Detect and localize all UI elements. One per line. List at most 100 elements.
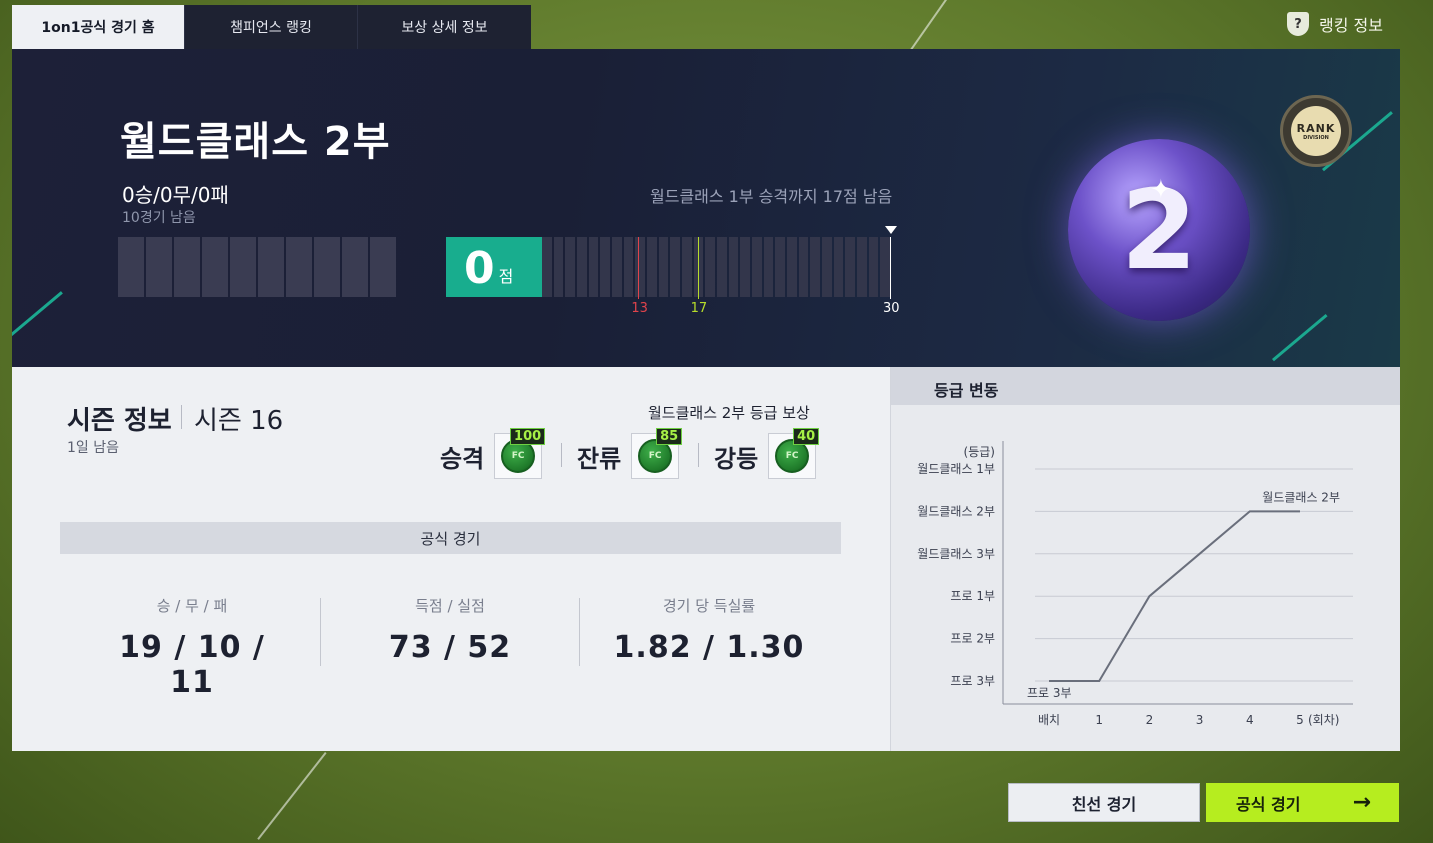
rank-badge-inner: RANK DIVISION — [1291, 106, 1341, 156]
points-marker-label: 17 — [690, 301, 708, 316]
point-label: 월드클래스 2부 — [1262, 490, 1340, 504]
y-tick-label: 프로 3부 — [950, 674, 995, 688]
stat-goal-rate: 경기 당 득실률 1.82 / 1.30 — [609, 595, 809, 665]
tab-home[interactable]: 1on1공식 경기 홈 — [12, 5, 185, 49]
points-marker — [697, 237, 699, 299]
track-segment — [845, 237, 856, 297]
game-slot — [202, 237, 228, 297]
track-segment — [740, 237, 751, 297]
division-orb: ✦ 2 — [1068, 139, 1250, 321]
y-tick-label: 프로 1부 — [950, 589, 995, 603]
season-remaining: 1일 남음 — [67, 440, 119, 456]
x-tick-label: 5 — [1296, 713, 1304, 727]
official-match-label: 공식 경기 — [1236, 794, 1301, 814]
divider — [181, 405, 182, 429]
track-segment — [810, 237, 821, 297]
friendly-match-button[interactable]: 친선 경기 — [1008, 783, 1200, 822]
reward-label: 승격 — [440, 444, 485, 473]
division-hero: 월드클래스 2부 0승/0무/0패 10경기 남음 월드클래스 1부 승격까지 … — [12, 49, 1400, 367]
reward-stay[interactable]: 잔류 FC 85 — [577, 428, 683, 479]
shield-question-icon: ? — [1287, 12, 1310, 36]
track-segment — [588, 237, 599, 297]
reward-label: 강등 — [714, 444, 759, 473]
reward-title: 월드클래스 2부 등급 보상 — [648, 404, 810, 422]
top-tabs: 1on1공식 경기 홈 챔피언스 랭킹 보상 상세 정보 — [12, 5, 531, 49]
track-segment — [728, 237, 739, 297]
divider — [320, 598, 321, 666]
division-title: 월드클래스 2부 — [120, 119, 391, 165]
x-tick-label: 배치 — [1038, 713, 1060, 727]
reward-relegation[interactable]: 강등 FC 40 — [714, 428, 820, 479]
divider — [579, 598, 580, 666]
promotion-text: 월드클래스 1부 승격까지 17점 남음 — [650, 187, 893, 206]
track-segment — [612, 237, 622, 297]
divider — [698, 443, 699, 467]
ranking-info-label: 랭킹 정보 — [1319, 16, 1383, 35]
tab-champions-ranking[interactable]: 챔피언스 랭킹 — [185, 5, 358, 49]
track-segment — [833, 237, 844, 297]
arrow-right-icon: → — [1352, 790, 1371, 815]
track-segment — [775, 237, 786, 297]
grade-change-chart: (등급) 월드클래스 1부월드클래스 2부월드클래스 3부프로 1부프로 2부프로… — [917, 441, 1353, 727]
reward-coin-box: FC 40 — [768, 428, 820, 479]
points-box: 0 점 — [446, 237, 542, 297]
game-slot — [286, 237, 312, 297]
reward-promotion[interactable]: 승격 FC 100 — [440, 428, 546, 479]
track-segment — [763, 237, 774, 297]
reward-coin-box: FC 85 — [631, 428, 683, 479]
y-tick-label: 프로 2부 — [950, 632, 995, 646]
track-segment — [565, 237, 576, 297]
reward-count: 40 — [793, 428, 820, 445]
y-axis-caption: (등급) — [964, 445, 995, 459]
track-segment — [822, 237, 832, 297]
x-tick-label: 1 — [1095, 713, 1103, 727]
track-segment — [600, 237, 611, 297]
grade-change-panel: 등급 변동 (등급) 월드클래스 1부 월드클래스 2부 월드클래스 3부 프로 1부 프… — [890, 367, 1400, 751]
stat-goals: 득점 / 실점 73 / 52 — [350, 595, 550, 665]
stat-header: 경기 당 득실률 — [662, 597, 756, 615]
y-tick-label: 월드클래스 3부 — [917, 547, 995, 561]
points-track — [542, 237, 891, 297]
track-segment — [658, 237, 669, 297]
rank-badge-text: RANK — [1296, 121, 1336, 135]
track-segment — [717, 237, 727, 297]
points-value: 0 — [464, 243, 495, 294]
season-number: 시즌 16 — [194, 406, 284, 436]
decor-stripe — [12, 291, 63, 352]
track-segment — [542, 237, 552, 297]
decor-stripe — [1272, 314, 1328, 362]
points-marker-label: 30 — [883, 301, 900, 316]
grade-change-title: 등급 변동 — [891, 367, 1400, 405]
game-slot — [118, 237, 144, 297]
game-slots — [118, 237, 396, 297]
ranking-info-link[interactable]: ? 랭킹 정보 — [1287, 12, 1383, 36]
stat-value: 19 / 10 / 11 — [119, 630, 265, 700]
season-record: 0승/0무/0패 — [122, 183, 229, 207]
track-segment — [752, 237, 762, 297]
game-slot — [230, 237, 256, 297]
points-marker — [638, 237, 640, 299]
official-match-button[interactable]: 공식 경기 → — [1206, 783, 1399, 822]
reward-label: 잔류 — [577, 444, 622, 473]
stat-value: 73 / 52 — [388, 630, 512, 665]
game-slot — [370, 237, 396, 297]
end-marker-icon — [885, 226, 897, 234]
stat-header: 승 / 무 / 패 — [156, 597, 228, 615]
star-icon: ✦ — [1150, 175, 1172, 205]
track-segment — [705, 237, 716, 297]
y-tick-label: 월드클래스 2부 — [917, 504, 995, 518]
tab-reward-details[interactable]: 보상 상세 정보 — [358, 5, 531, 49]
game-slot — [174, 237, 200, 297]
rank-badge-icon: RANK DIVISION — [1280, 95, 1352, 167]
track-segment — [553, 237, 564, 297]
season-panel: 시즌 정보 시즌 16 1일 남음 월드클래스 2부 등급 보상 승격 FC 1… — [12, 367, 890, 751]
track-segment — [787, 237, 797, 297]
official-match-header: 공식 경기 — [60, 522, 841, 554]
track-segment — [670, 237, 681, 297]
pitch-line — [905, 0, 948, 57]
game-slot — [258, 237, 284, 297]
x-axis-unit: (회차) — [1308, 713, 1339, 727]
games-remaining: 10경기 남음 — [122, 210, 196, 226]
track-segment — [880, 237, 891, 297]
game-slot — [314, 237, 340, 297]
